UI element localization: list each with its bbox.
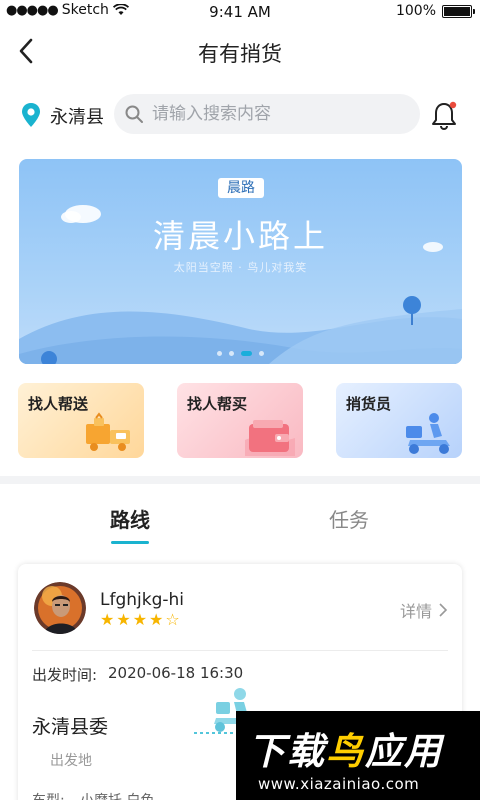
origin-name: 永清县委 — [32, 716, 109, 738]
wallet-icon — [245, 420, 295, 456]
search-input[interactable] — [152, 104, 402, 124]
chevron-right-icon — [439, 603, 448, 617]
service-card-send[interactable]: 找人帮送 — [18, 383, 144, 458]
watermark-logo: 下载鸟应用 — [248, 721, 443, 775]
status-right: 100% — [395, 3, 475, 19]
service-label: 找人帮送 — [28, 395, 89, 413]
site-watermark: 下载鸟应用 www.xiazainiao.com — [236, 711, 480, 800]
service-card-courier[interactable]: 捎货员 — [336, 383, 462, 458]
scooter-rider-icon — [406, 413, 450, 454]
battery-percent: 100% — [395, 3, 436, 19]
status-bar: ●●●●● Sketch 9:41 AM 100% — [0, 0, 480, 22]
location-selector[interactable]: 永清县 — [50, 103, 104, 129]
user-name: Lfghjkg-hi — [100, 590, 185, 610]
carousel-indicator[interactable] — [19, 351, 462, 356]
banner-subtitle: 太阳当空照 · 鸟儿对我笑 — [173, 261, 308, 274]
star-filled-icon: ★ — [149, 610, 164, 629]
depart-time-label: 出发时间: — [32, 666, 98, 684]
watermark-text: 应用 — [365, 730, 443, 773]
banner-title: 清晨小路上 — [152, 217, 328, 255]
search-box[interactable] — [114, 94, 420, 134]
tab-task[interactable]: 任务 — [329, 504, 369, 533]
active-tab-indicator — [111, 541, 149, 544]
star-filled-icon: ★ — [116, 610, 131, 629]
star-filled-icon: ★ — [100, 610, 115, 629]
carousel-dot[interactable] — [259, 351, 264, 356]
watermark-text-accent: 鸟 — [326, 730, 365, 773]
carousel-dot[interactable] — [229, 351, 234, 356]
banner-tag: 晨路 — [218, 178, 264, 198]
origin-label: 出发地 — [50, 753, 92, 769]
tab-route[interactable]: 路线 — [110, 504, 150, 533]
page-title: 有有捎货 — [198, 42, 282, 66]
carousel-dot[interactable] — [217, 351, 222, 356]
nav-bar: 有有捎货 — [0, 28, 480, 76]
location-pin-icon[interactable] — [20, 102, 42, 128]
detail-link[interactable]: 详情 — [400, 598, 448, 622]
depart-time-value: 2020-06-18 16:30 — [108, 664, 244, 682]
card-divider — [32, 650, 448, 651]
detail-label: 详情 — [399, 602, 432, 621]
star-empty-icon: ☆ — [165, 610, 180, 629]
vehicle-type-value: 小摩托 白色 — [80, 790, 154, 800]
star-filled-icon: ★ — [132, 610, 148, 629]
service-card-buy[interactable]: 找人帮买 — [177, 383, 303, 458]
section-divider — [0, 476, 480, 484]
notification-bell-icon[interactable] — [430, 100, 458, 130]
search-icon — [125, 105, 143, 123]
service-label: 捎货员 — [346, 395, 392, 413]
carousel-dot-active[interactable] — [241, 351, 252, 356]
watermark-text: 下载 — [248, 730, 326, 773]
banner-carousel[interactable]: 晨路 清晨小路上 太阳当空照 · 鸟儿对我笑 — [19, 159, 462, 364]
watermark-url: www.xiazainiao.com — [258, 775, 420, 793]
avatar[interactable] — [34, 582, 86, 634]
search-row: 永清县 — [0, 94, 480, 134]
rating-stars: ★ ★ ★ ★ ☆ — [100, 612, 180, 628]
delivery-truck-icon — [86, 412, 130, 451]
service-label: 找人帮买 — [187, 395, 248, 413]
battery-icon — [442, 4, 475, 18]
vehicle-type-label: 车型: — [32, 790, 65, 800]
